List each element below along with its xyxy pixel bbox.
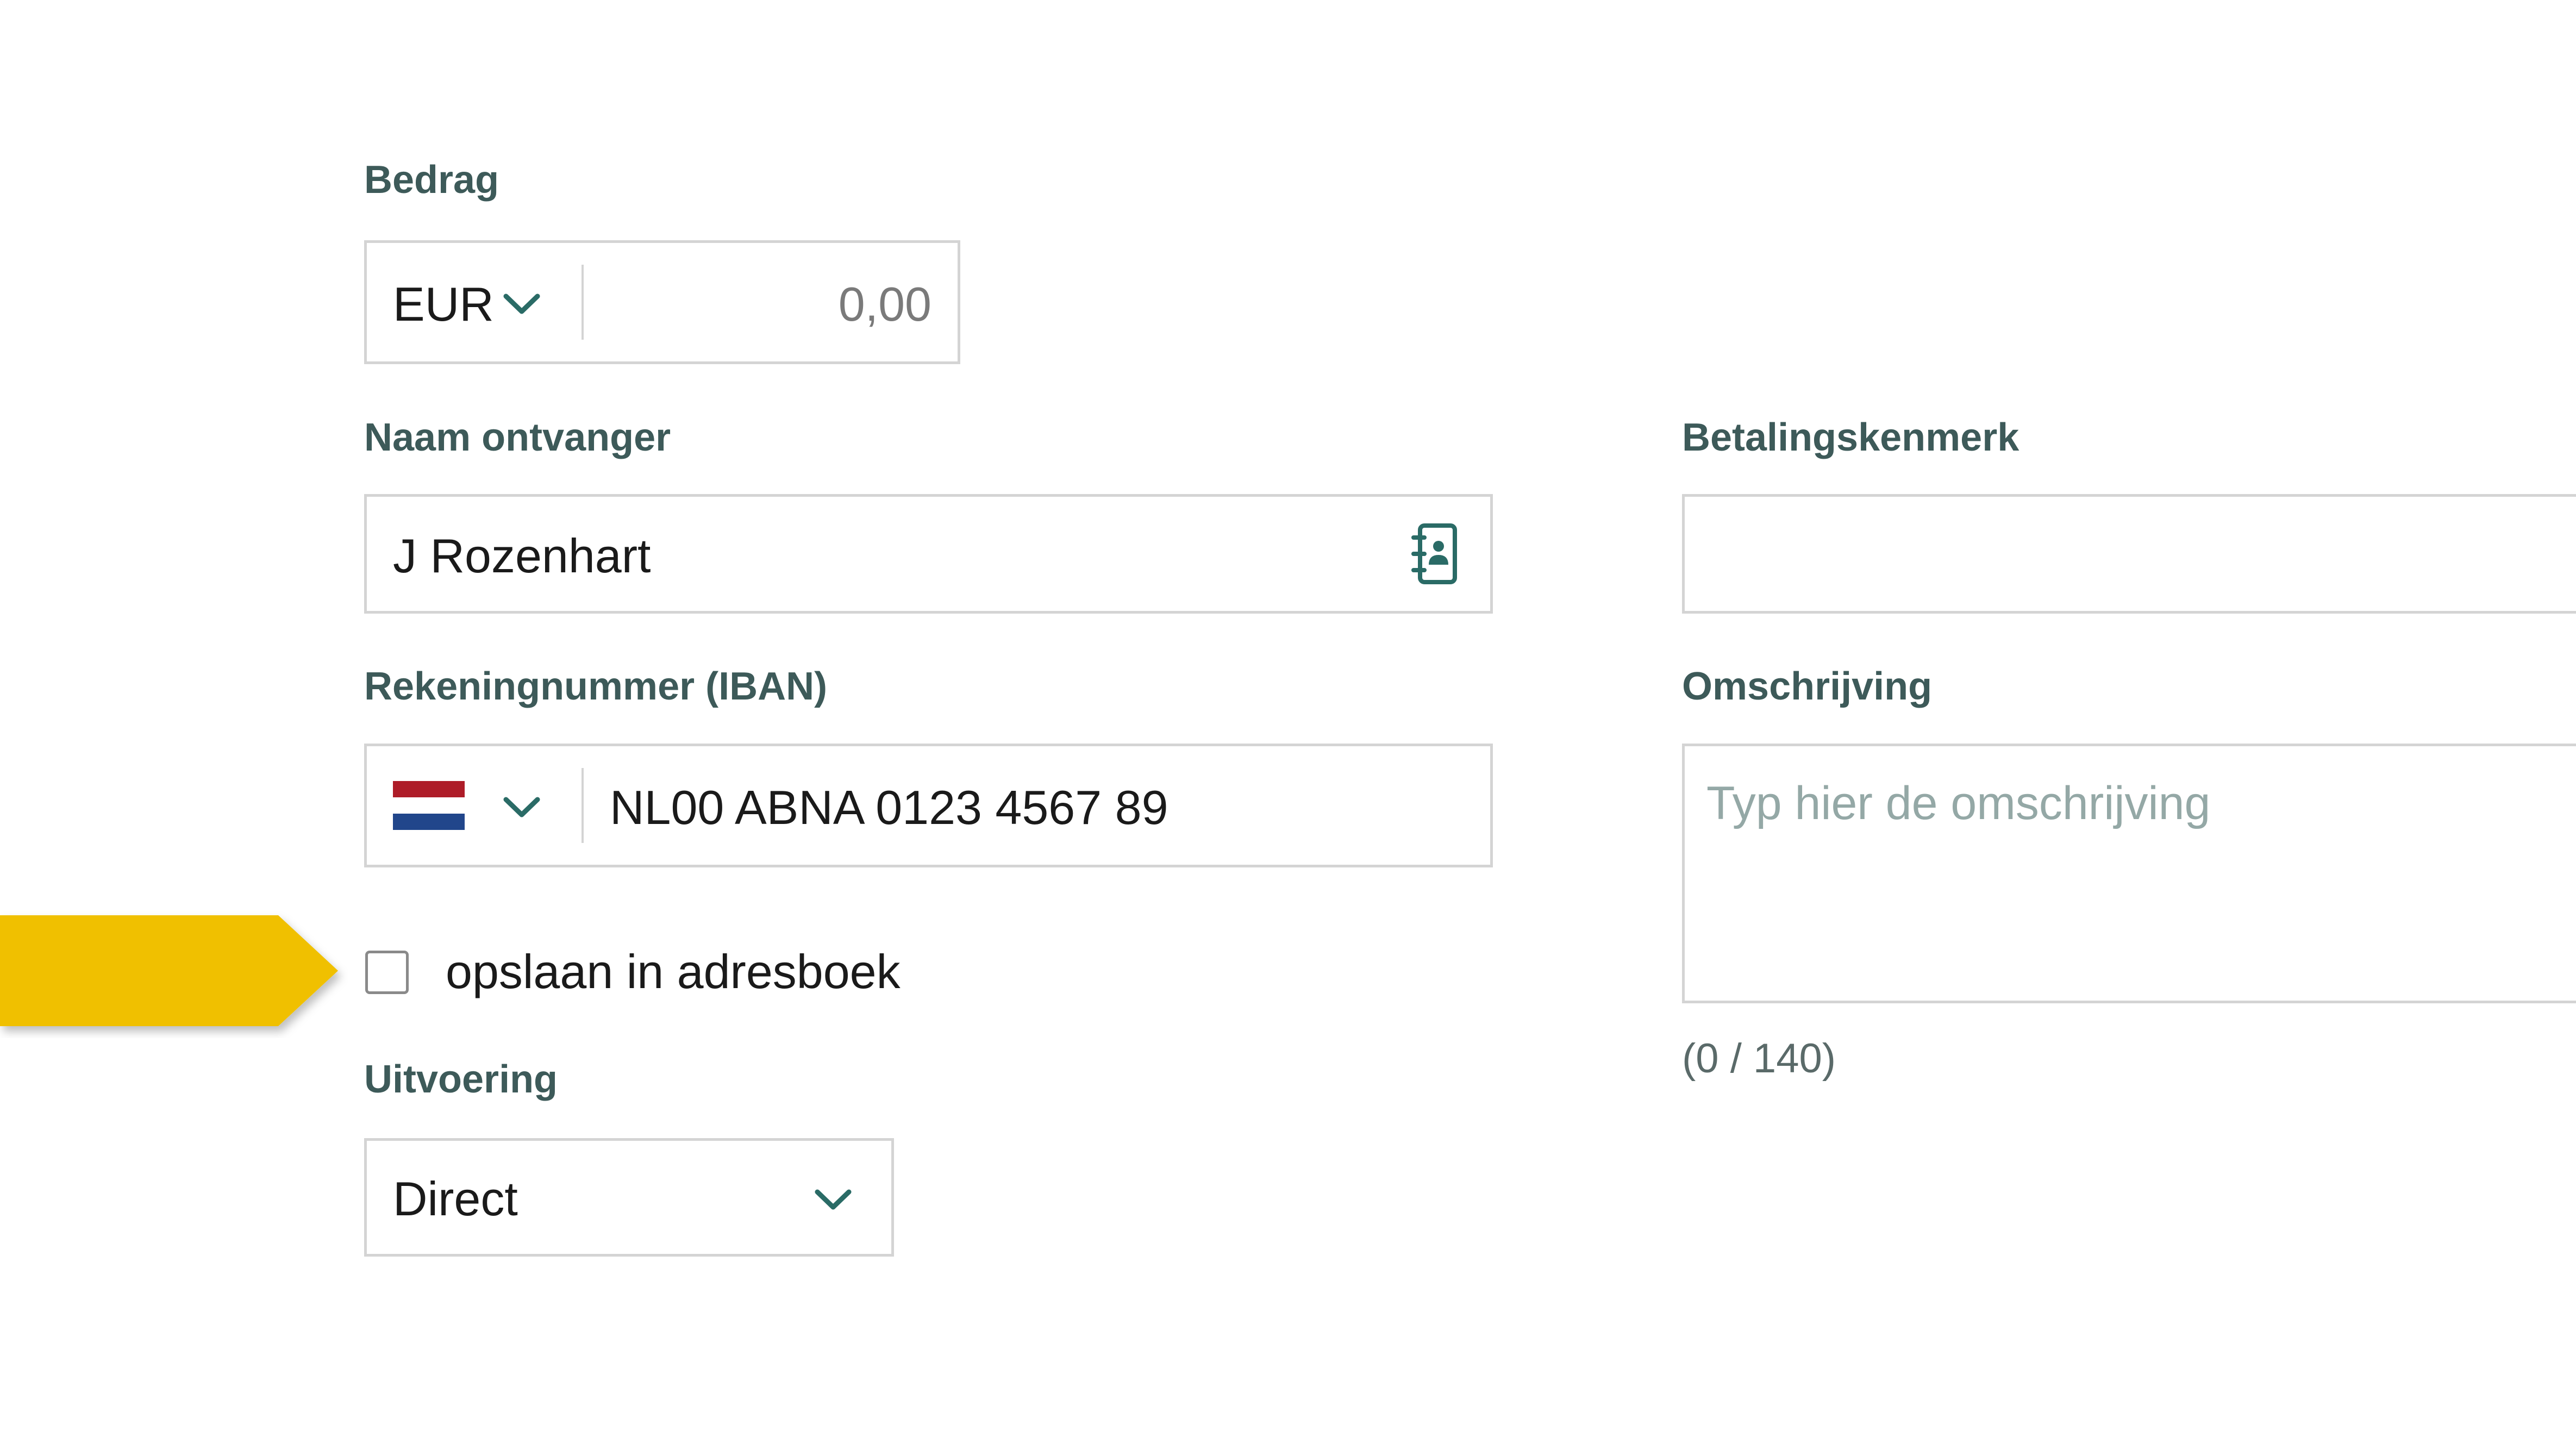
description-char-counter: (0 / 140) [1682,1035,1836,1082]
amount-label: Bedrag [364,158,499,202]
description-textarea[interactable]: Typ hier de omschrijving [1682,744,2576,1003]
payment-reference-input[interactable] [1682,494,2576,614]
execution-value: Direct [393,1172,518,1226]
iban-divider [582,768,584,843]
address-book-icon[interactable] [1410,521,1465,586]
amount-field: EUR 0,00 [364,240,960,364]
execution-select[interactable]: Direct [364,1138,894,1257]
description-placeholder: Typ hier de omschrijving [1706,777,2211,829]
payment-reference-label: Betalingskenmerk [1682,416,2019,459]
save-to-addressbook-label[interactable]: opslaan in adresboek [446,944,901,1000]
pointer-arrow [0,915,338,1026]
currency-select[interactable]: EUR [367,243,584,361]
iban-field: NL00 ABNA 0123 4567 89 [364,744,1493,867]
currency-value: EUR [393,277,494,331]
chevron-down-icon [503,797,540,817]
recipient-label: Naam ontvanger [364,416,671,459]
country-select[interactable] [367,746,584,865]
amount-divider [582,265,584,340]
iban-input[interactable]: NL00 ABNA 0123 4567 89 [610,780,1168,835]
chevron-down-icon [815,1189,852,1210]
recipient-input[interactable]: J Rozenhart [393,528,651,584]
execution-label: Uitvoering [364,1058,558,1101]
description-label: Omschrijving [1682,665,1933,708]
netherlands-flag-icon [393,781,465,830]
save-to-addressbook-checkbox[interactable] [365,951,409,994]
recipient-field[interactable]: J Rozenhart [364,494,1493,614]
amount-input[interactable]: 0,00 [839,277,931,332]
iban-label: Rekeningnummer (IBAN) [364,665,828,708]
chevron-down-icon [503,293,540,314]
